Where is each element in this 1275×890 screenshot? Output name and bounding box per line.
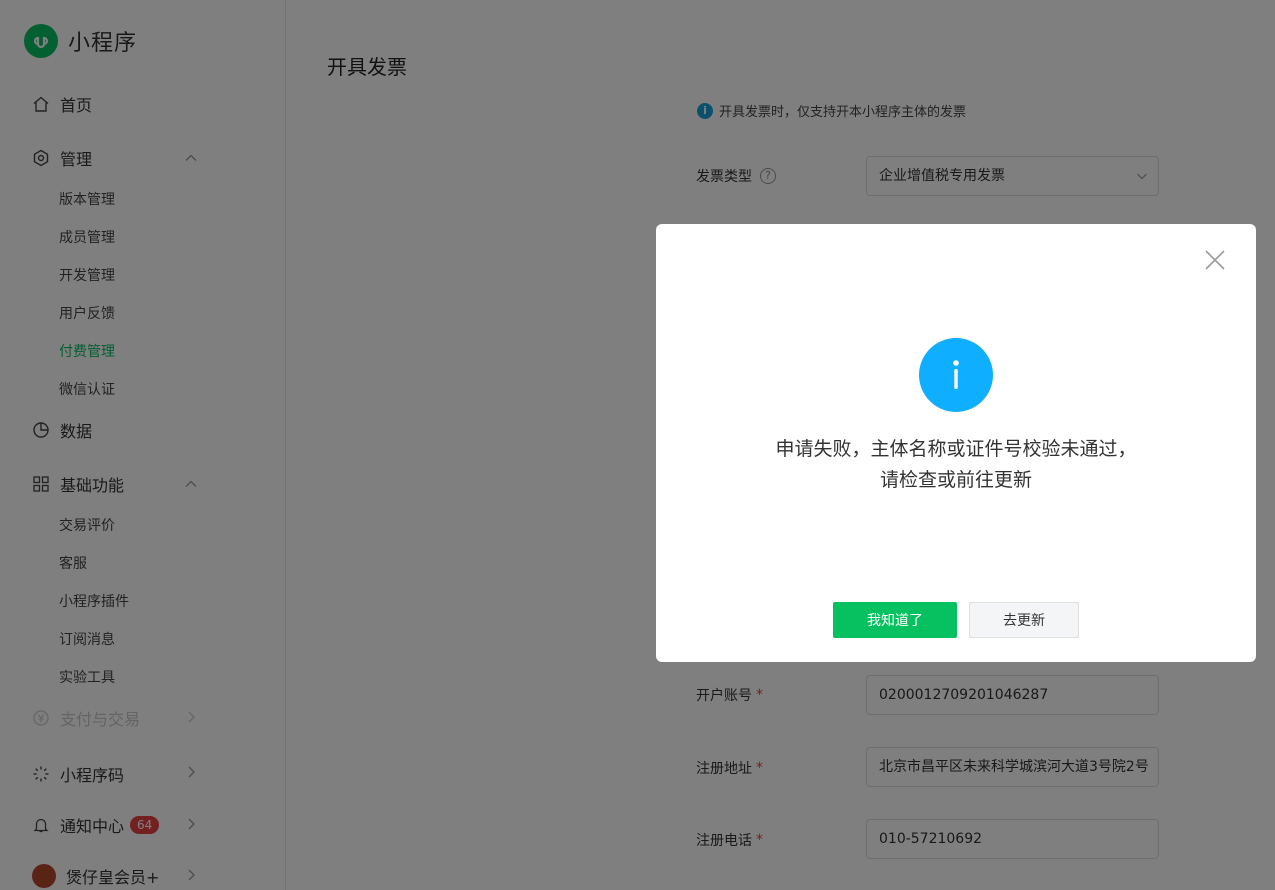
message-line: 申请失败，主体名称或证件号校验未通过， [775, 438, 1137, 460]
acknowledge-button[interactable]: 我知道了 [833, 602, 957, 638]
dialog-message: 申请失败，主体名称或证件号校验未通过， 请检查或前往更新 [656, 434, 1256, 496]
info-icon [919, 338, 993, 412]
message-line: 请检查或前往更新 [879, 469, 1032, 491]
go-update-button[interactable]: 去更新 [969, 602, 1079, 638]
close-icon[interactable] [1204, 249, 1226, 271]
error-dialog: 申请失败，主体名称或证件号校验未通过， 请检查或前往更新 我知道了 去更新 [656, 224, 1256, 662]
